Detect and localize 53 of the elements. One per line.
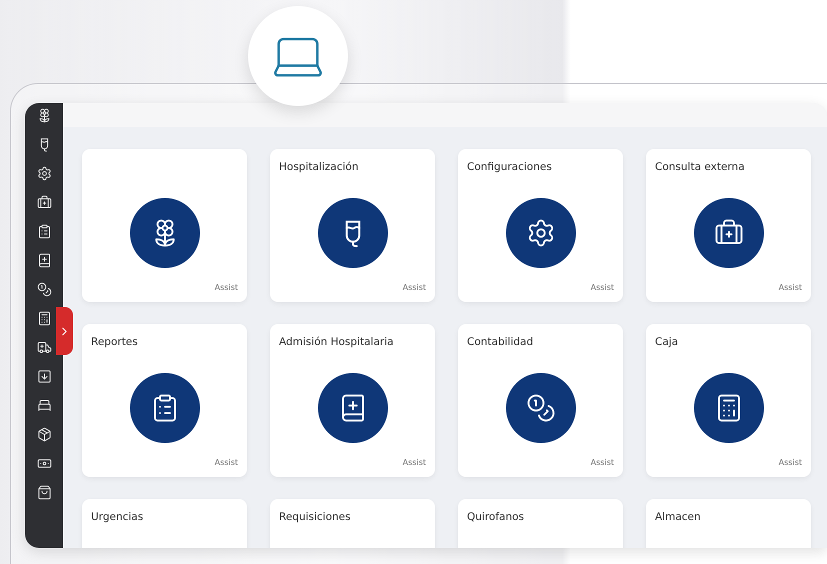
card-title: Hospitalización <box>279 161 360 175</box>
module-card[interactable]: Contabilidad Assist <box>458 324 623 477</box>
clipboard-icon <box>36 224 52 239</box>
module-card[interactable]: Assist <box>82 149 247 302</box>
coins-button[interactable] <box>36 282 52 297</box>
card-title: Quirofanos <box>467 511 526 525</box>
medical-case-button[interactable] <box>36 195 52 210</box>
card-title: Requisiciones <box>279 511 352 525</box>
ambulance-button[interactable] <box>36 340 52 355</box>
sidebar-toggle-button[interactable] <box>56 307 73 355</box>
module-card[interactable]: Reportes Assist <box>82 324 247 477</box>
card-title: Configuraciones <box>467 161 553 175</box>
card-footer-label: Assist <box>402 458 426 467</box>
module-card[interactable]: Requisiciones <box>270 499 435 548</box>
module-card[interactable]: Urgencias <box>82 499 247 548</box>
coins-icon <box>36 282 52 297</box>
module-card[interactable]: Configuraciones Assist <box>458 149 623 302</box>
card-footer-label: Assist <box>590 283 614 292</box>
shopping-bag-icon <box>36 485 52 500</box>
module-card[interactable]: Consulta externa Assist <box>646 149 811 302</box>
medical-case-icon <box>36 195 52 210</box>
download-box-icon <box>36 369 52 384</box>
card-title: Consulta externa <box>655 161 746 175</box>
download-box-button[interactable] <box>36 369 52 384</box>
card-title: Contabilidad <box>467 336 534 350</box>
card-title: Reportes <box>91 336 139 350</box>
module-card[interactable]: Almacen <box>646 499 811 548</box>
bed-button[interactable] <box>36 398 52 413</box>
package-icon <box>36 427 52 442</box>
settings-button[interactable] <box>36 166 52 181</box>
ambulance-icon <box>36 340 52 355</box>
card-footer-label: Assist <box>214 458 238 467</box>
module-card[interactable]: Caja Assist <box>646 324 811 477</box>
card-title: Admisión Hospitalaria <box>279 336 395 350</box>
package-button[interactable] <box>36 427 52 442</box>
module-card[interactable]: Admisión Hospitalaria Assist <box>270 324 435 477</box>
coins-icon <box>526 393 556 423</box>
shopping-bag-button[interactable] <box>36 485 52 500</box>
card-title: Caja <box>655 336 680 350</box>
module-card[interactable]: Quirofanos <box>458 499 623 548</box>
card-footer-label: Assist <box>590 458 614 467</box>
settings-icon <box>36 166 52 181</box>
card-footer-label: Assist <box>778 458 802 467</box>
card-title: Urgencias <box>91 511 144 525</box>
module-card[interactable]: Hospitalización Assist <box>270 149 435 302</box>
medical-book-icon <box>36 253 52 268</box>
card-footer-label: Assist <box>778 283 802 292</box>
card-title: Almacen <box>655 511 702 525</box>
bed-icon <box>36 398 52 413</box>
clipboard-button[interactable] <box>36 224 52 239</box>
medical-book-button[interactable] <box>36 253 52 268</box>
card-footer-label: Assist <box>214 283 238 292</box>
card-footer-label: Assist <box>402 283 426 292</box>
